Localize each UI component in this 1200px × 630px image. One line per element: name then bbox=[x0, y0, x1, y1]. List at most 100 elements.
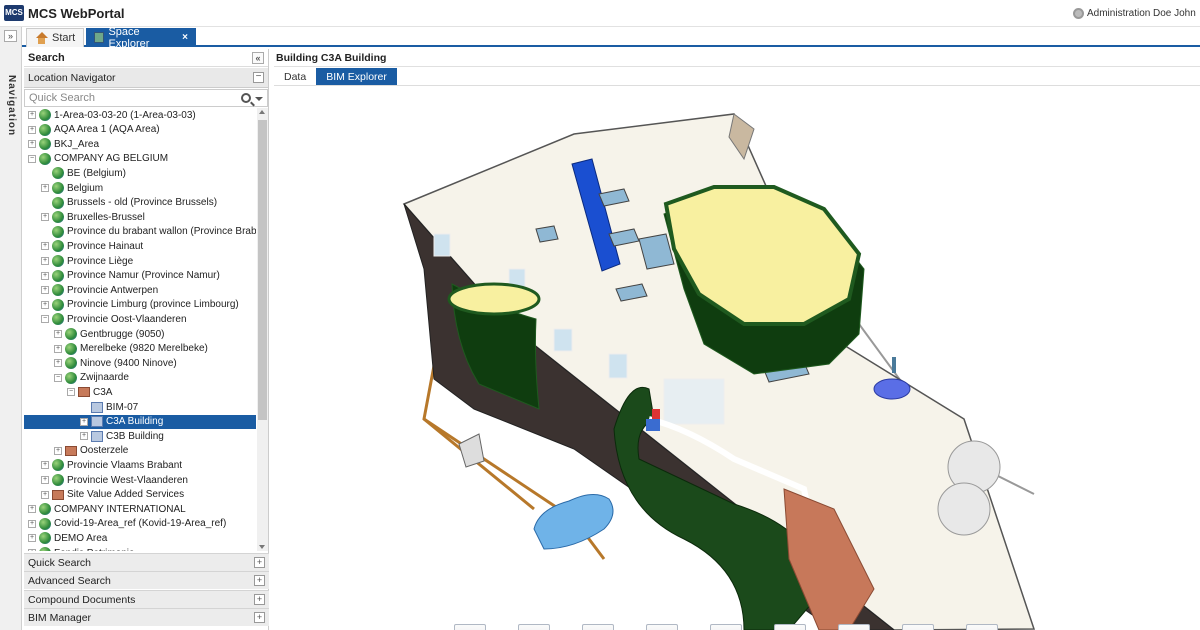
accordion-quick-search[interactable]: Quick Search + bbox=[24, 553, 269, 571]
tree-node[interactable]: + Province Liège bbox=[41, 254, 133, 268]
tree-node[interactable]: + Province Namur (Province Namur) bbox=[41, 269, 220, 283]
collapse-node-icon[interactable]: − bbox=[41, 315, 49, 324]
expand-node-icon[interactable]: + bbox=[80, 417, 88, 426]
site-icon bbox=[52, 489, 64, 500]
bim-3d-viewer[interactable] bbox=[274, 89, 1200, 630]
navigation-strip[interactable]: » Navigation bbox=[0, 27, 22, 630]
tree-node[interactable]: + Fondis Patrimonia bbox=[28, 546, 135, 551]
tree-node[interactable]: +1-Area-03-03-20 (1-Area-03-03) bbox=[28, 108, 196, 122]
user-name[interactable]: Doe John bbox=[1153, 8, 1196, 19]
expand-node-icon[interactable]: + bbox=[80, 432, 88, 441]
tree-node[interactable]: + Belgium bbox=[41, 181, 103, 195]
expand-node-icon[interactable]: + bbox=[28, 549, 36, 551]
expand-node-icon[interactable]: + bbox=[41, 461, 49, 470]
accordion-bim-manager[interactable]: BIM Manager + bbox=[24, 608, 269, 626]
tree-node[interactable]: + COMPANY INTERNATIONAL bbox=[28, 502, 186, 516]
tree-node[interactable]: − C3A bbox=[67, 385, 112, 399]
scroll-up-icon[interactable] bbox=[259, 110, 265, 114]
info-button[interactable] bbox=[838, 624, 870, 630]
collapse-node-icon[interactable]: − bbox=[54, 373, 62, 382]
building-model[interactable] bbox=[274, 89, 1200, 630]
chevron-down-icon[interactable] bbox=[255, 97, 263, 101]
close-tab-icon[interactable]: × bbox=[182, 32, 188, 43]
tree-node[interactable]: + Province Hainaut bbox=[41, 239, 143, 253]
tree-node[interactable]: Brussels - old (Province Brussels) bbox=[41, 196, 217, 210]
cube-view-button[interactable] bbox=[710, 624, 742, 630]
tree-node[interactable]: + BKJ_Area bbox=[28, 137, 99, 151]
show-button[interactable] bbox=[454, 624, 486, 630]
expand-node-icon[interactable]: + bbox=[41, 242, 49, 251]
rotate-button[interactable] bbox=[646, 624, 678, 630]
puzzle-button[interactable] bbox=[774, 624, 806, 630]
expand-icon[interactable]: + bbox=[254, 594, 265, 605]
tree-node[interactable]: BE (Belgium) bbox=[41, 166, 126, 180]
subtab-data[interactable]: Data bbox=[274, 68, 316, 85]
tab-space-explorer[interactable]: Space Explorer × bbox=[86, 26, 196, 50]
expand-node-icon[interactable]: + bbox=[54, 446, 62, 455]
expand-node-icon[interactable]: + bbox=[28, 519, 36, 528]
tree-node[interactable]: + Oosterzele bbox=[54, 444, 128, 458]
tree-node[interactable]: + Provincie Antwerpen bbox=[41, 283, 158, 297]
expand-icon[interactable]: + bbox=[254, 557, 265, 568]
expand-node-icon[interactable]: + bbox=[54, 344, 62, 353]
tree-node[interactable]: + Ninove (9400 Ninove) bbox=[54, 356, 177, 370]
search-icon[interactable] bbox=[241, 93, 251, 103]
tree-node[interactable]: + C3A Building bbox=[24, 414, 256, 429]
collapse-node-icon[interactable]: − bbox=[28, 154, 36, 163]
expand-node-icon[interactable]: + bbox=[41, 286, 49, 295]
tree-node[interactable]: + Bruxelles-Brussel bbox=[41, 210, 145, 224]
section-button[interactable] bbox=[582, 624, 614, 630]
tree-node[interactable]: + Covid-19-Area_ref (Kovid-19-Area_ref) bbox=[28, 517, 226, 531]
quick-search-input[interactable]: Quick Search bbox=[24, 89, 268, 107]
subtab-bim-explorer[interactable]: BIM Explorer bbox=[316, 68, 397, 85]
expand-node-icon[interactable]: + bbox=[28, 140, 36, 149]
expand-node-icon[interactable]: + bbox=[28, 534, 36, 543]
tree-node[interactable]: Province du brabant wallon (Province Bra… bbox=[41, 225, 256, 239]
expand-node-icon[interactable]: + bbox=[41, 271, 49, 280]
collapse-sidebar-button[interactable]: « bbox=[252, 51, 264, 64]
expand-icon[interactable]: + bbox=[254, 575, 265, 586]
expand-node-icon[interactable]: + bbox=[41, 184, 49, 192]
tree-scrollbar[interactable] bbox=[257, 108, 268, 551]
expand-node-icon[interactable]: + bbox=[41, 300, 49, 309]
expand-node-icon[interactable]: + bbox=[54, 359, 62, 368]
tree-node[interactable]: − Zwijnaarde bbox=[54, 371, 129, 385]
expand-node-icon[interactable]: + bbox=[41, 490, 49, 499]
accordion-advanced-search[interactable]: Advanced Search + bbox=[24, 571, 269, 589]
tree-node[interactable]: − Provincie Oost-Vlaanderen bbox=[41, 312, 187, 326]
expand-node-icon[interactable]: + bbox=[28, 125, 36, 134]
expand-node-icon[interactable]: + bbox=[41, 476, 49, 484]
tree-node[interactable]: BIM-07 bbox=[80, 400, 138, 414]
accordion-compound-documents[interactable]: Compound Documents + bbox=[24, 590, 269, 608]
administration-link[interactable]: Administration bbox=[1073, 8, 1150, 19]
scroll-thumb[interactable] bbox=[258, 120, 267, 420]
window bbox=[553, 328, 573, 352]
collapse-location-navigator-button[interactable]: − bbox=[253, 72, 264, 83]
tree-node[interactable]: + Provincie Vlaams Brabant bbox=[41, 458, 182, 472]
tree-node[interactable]: + Provincie West-Vlaanderen bbox=[41, 473, 188, 487]
tree-node[interactable]: + Provincie Limburg (province Limbourg) bbox=[41, 298, 239, 312]
tree-node[interactable]: + C3B Building bbox=[80, 429, 164, 443]
helmet-button[interactable] bbox=[966, 624, 998, 630]
tree-node[interactable]: − COMPANY AG BELGIUM bbox=[28, 152, 168, 166]
viewer-toolbar bbox=[454, 624, 1034, 630]
tree-node[interactable]: + DEMO Area bbox=[28, 531, 107, 545]
tree-node[interactable]: + Merelbeke (9820 Merelbeke) bbox=[54, 342, 208, 356]
expand-node-icon[interactable]: + bbox=[28, 111, 36, 119]
location-navigator-header[interactable]: Location Navigator − bbox=[24, 68, 268, 88]
expand-node-icon[interactable]: + bbox=[41, 257, 49, 265]
tree-node[interactable]: + Gentbrugge (9050) bbox=[54, 327, 165, 341]
collapse-node-icon[interactable]: − bbox=[67, 388, 75, 397]
tree-node[interactable]: + Site Value Added Services bbox=[41, 488, 184, 502]
tab-start-label: Start bbox=[52, 32, 76, 44]
zoom-button[interactable] bbox=[902, 624, 934, 630]
tab-start[interactable]: Start bbox=[26, 28, 85, 47]
expand-icon[interactable]: + bbox=[254, 612, 265, 623]
scroll-down-icon[interactable] bbox=[259, 545, 265, 549]
expand-node-icon[interactable]: + bbox=[54, 330, 62, 338]
expand-node-icon[interactable]: + bbox=[41, 213, 49, 222]
hide-button[interactable] bbox=[518, 624, 550, 630]
expand-node-icon[interactable]: + bbox=[28, 505, 36, 514]
expand-navigation-button[interactable]: » bbox=[4, 30, 17, 42]
tree-node[interactable]: + AQA Area 1 (AQA Area) bbox=[28, 123, 160, 137]
